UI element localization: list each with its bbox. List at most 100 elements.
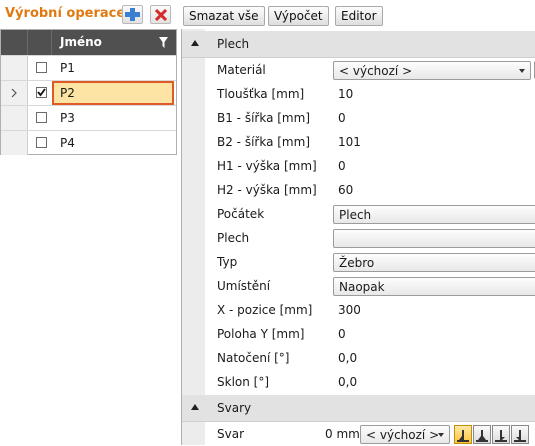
property-weld: Svar 0 mm < výchozí > bbox=[205, 422, 535, 446]
weld-type-button-2[interactable] bbox=[473, 425, 491, 444]
fillet-weld-icon bbox=[457, 430, 469, 442]
column-name-header[interactable]: Jméno bbox=[60, 35, 102, 49]
property-label: Tloušťka [mm] bbox=[217, 87, 305, 101]
material-dropdown[interactable]: < výchozí > bbox=[333, 61, 531, 80]
editor-button[interactable]: Editor bbox=[335, 6, 383, 26]
property-label: Plech bbox=[217, 231, 250, 245]
header-check-cell bbox=[28, 30, 52, 55]
row-checkbox[interactable] bbox=[36, 62, 47, 73]
property-placement: Umístění Naopak bbox=[205, 274, 535, 298]
property-rotation: Natočení [°] 0,0 bbox=[205, 346, 535, 370]
filter-icon[interactable] bbox=[159, 37, 168, 48]
section-title: Svary bbox=[217, 401, 252, 415]
property-panel: Plech Materiál < výchozí > Tloušťka [mm]… bbox=[181, 29, 535, 445]
property-gutter bbox=[182, 29, 205, 445]
xpos-value[interactable]: 300 bbox=[338, 303, 361, 317]
table-row-selected[interactable]: P2 bbox=[1, 80, 176, 105]
property-label: Typ bbox=[217, 255, 238, 269]
property-type: Typ Žebro bbox=[205, 250, 535, 274]
property-label: Sklon [°] bbox=[217, 375, 270, 389]
row-name: P4 bbox=[60, 136, 75, 150]
property-label: Natočení [°] bbox=[217, 351, 290, 365]
dropdown-value: Žebro bbox=[339, 256, 375, 270]
rotation-value[interactable]: 0,0 bbox=[338, 351, 357, 365]
row-selector[interactable] bbox=[1, 56, 28, 80]
property-label: B1 - šířka [mm] bbox=[217, 111, 310, 125]
dropdown-value: < výchozí > bbox=[339, 64, 413, 78]
grid-header: Jméno bbox=[1, 30, 176, 55]
table-row[interactable]: P4 bbox=[1, 130, 176, 155]
table-row[interactable]: P3 bbox=[1, 105, 176, 130]
left-weld-icon bbox=[495, 430, 507, 442]
property-xpos: X - pozice [mm] 300 bbox=[205, 298, 535, 322]
toolbar: Výrobní operace Smazat vše Výpočet Edito… bbox=[0, 0, 535, 28]
row-checkbox[interactable] bbox=[36, 112, 47, 123]
operations-grid: Jméno P1 P2 P3 P4 bbox=[0, 29, 177, 155]
slope-value[interactable]: 0,0 bbox=[338, 375, 357, 389]
b1-value[interactable]: 0 bbox=[338, 111, 346, 125]
property-label: Svar bbox=[217, 427, 245, 441]
row-name: P2 bbox=[60, 86, 75, 100]
property-label: Počátek bbox=[217, 207, 265, 221]
dropdown-value: Naopak bbox=[339, 280, 385, 294]
panel-title: Výrobní operace bbox=[5, 6, 126, 21]
h2-value[interactable]: 60 bbox=[338, 183, 353, 197]
weld-type-button-3[interactable] bbox=[492, 425, 510, 444]
property-slope: Sklon [°] 0,0 bbox=[205, 370, 535, 394]
row-selector[interactable] bbox=[1, 81, 28, 105]
property-label: B2 - šířka [mm] bbox=[217, 135, 310, 149]
property-label: Poloha Y [mm] bbox=[217, 327, 305, 341]
h1-value[interactable]: 0 bbox=[338, 159, 346, 173]
property-h1: H1 - výška [mm] 0 bbox=[205, 154, 535, 178]
collapse-arrow-icon[interactable] bbox=[191, 40, 199, 46]
property-plate: Plech bbox=[205, 226, 535, 250]
row-name: P1 bbox=[60, 61, 75, 75]
row-checkbox[interactable] bbox=[36, 137, 47, 148]
property-label: X - pozice [mm] bbox=[217, 303, 313, 317]
dropdown-arrow-icon bbox=[438, 433, 444, 437]
dropdown-value: < výchozí > bbox=[366, 428, 440, 442]
section-welds-header[interactable]: Svary bbox=[182, 395, 535, 422]
weld-type-button-1[interactable] bbox=[454, 425, 472, 444]
calculate-button[interactable]: Výpočet bbox=[268, 6, 329, 26]
property-ypos: Poloha Y [mm] 0 bbox=[205, 322, 535, 346]
table-row[interactable]: P1 bbox=[1, 55, 176, 80]
property-thickness: Tloušťka [mm] 10 bbox=[205, 82, 535, 106]
add-button[interactable] bbox=[122, 5, 143, 24]
ypos-value[interactable]: 0 bbox=[338, 327, 346, 341]
dropdown-value: Plech bbox=[339, 208, 372, 222]
thickness-value[interactable]: 10 bbox=[338, 87, 353, 101]
delete-button[interactable] bbox=[150, 5, 171, 24]
weld-material-dropdown[interactable]: < výchozí > bbox=[360, 425, 450, 444]
weld-type-button-4[interactable] bbox=[511, 425, 529, 444]
weld-size-value[interactable]: 0 mm bbox=[325, 427, 360, 441]
header-selector-cell bbox=[1, 30, 28, 55]
row-checkbox-checked[interactable] bbox=[36, 87, 47, 98]
collapse-arrow-icon[interactable] bbox=[191, 404, 199, 410]
section-plate-header[interactable]: Plech bbox=[182, 31, 535, 58]
property-label: H1 - výška [mm] bbox=[217, 159, 317, 173]
property-label: Umístění bbox=[217, 279, 271, 293]
plate-dropdown[interactable] bbox=[333, 229, 535, 248]
origin-dropdown[interactable]: Plech bbox=[333, 205, 535, 224]
property-label: H2 - výška [mm] bbox=[217, 183, 317, 197]
dropdown-arrow-icon bbox=[519, 69, 525, 73]
double-fillet-weld-icon bbox=[476, 430, 488, 442]
checkmark-icon bbox=[37, 88, 46, 97]
section-title: Plech bbox=[217, 37, 250, 51]
clear-all-button[interactable]: Smazat vše bbox=[183, 6, 265, 26]
row-selector[interactable] bbox=[1, 106, 28, 130]
property-b1: B1 - šířka [mm] 0 bbox=[205, 106, 535, 130]
row-selector[interactable] bbox=[1, 131, 28, 155]
type-dropdown[interactable]: Žebro bbox=[333, 253, 535, 272]
delete-icon bbox=[154, 8, 167, 21]
add-icon bbox=[125, 8, 140, 21]
property-b2: B2 - šířka [mm] 101 bbox=[205, 130, 535, 154]
placement-dropdown[interactable]: Naopak bbox=[333, 277, 535, 296]
b2-value[interactable]: 101 bbox=[338, 135, 361, 149]
row-name: P3 bbox=[60, 111, 75, 125]
current-row-chevron-icon bbox=[11, 88, 17, 98]
property-material: Materiál < výchozí > bbox=[205, 58, 535, 82]
right-weld-icon bbox=[514, 430, 526, 442]
property-h2: H2 - výška [mm] 60 bbox=[205, 178, 535, 202]
